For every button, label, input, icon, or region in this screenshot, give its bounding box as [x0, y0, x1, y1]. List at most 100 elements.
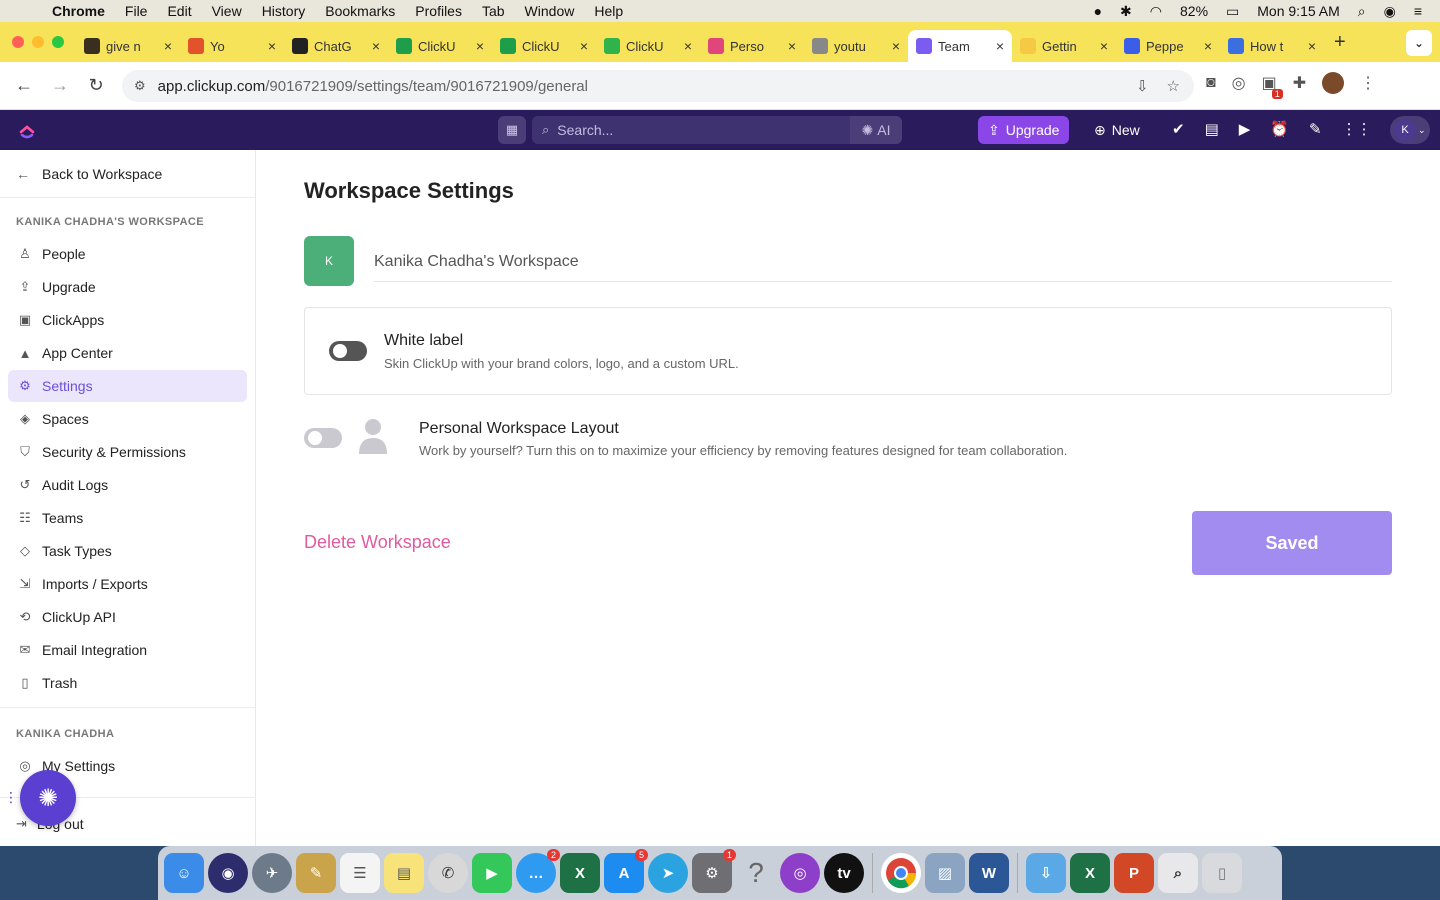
minimize-window-button[interactable]	[32, 36, 44, 48]
tab-close-icon[interactable]: ×	[1204, 38, 1212, 54]
tab-close-icon[interactable]: ×	[476, 38, 484, 54]
tab-close-icon[interactable]: ×	[1308, 38, 1316, 54]
tab-close-icon[interactable]: ×	[996, 38, 1004, 54]
chrome-icon[interactable]	[881, 853, 921, 893]
bluetooth-icon[interactable]: ✱	[1120, 3, 1132, 20]
launchpad-icon[interactable]: ✈	[252, 853, 292, 893]
siri-icon[interactable]: ◉	[1384, 3, 1396, 20]
tab-close-icon[interactable]: ×	[268, 38, 276, 54]
downloads-folder-icon[interactable]: ⇩	[1026, 853, 1066, 893]
control-center-icon[interactable]: ≡	[1414, 3, 1422, 19]
reminders-icon[interactable]: ☰	[340, 853, 380, 893]
new-button[interactable]: ⊕ New	[1088, 116, 1146, 144]
system-settings-icon[interactable]: ⚙ 1	[692, 849, 736, 893]
menu-profiles[interactable]: Profiles	[415, 3, 462, 19]
sidebar-item-people[interactable]: ♙ People	[8, 238, 247, 270]
url-text[interactable]: app.clickup.com/9016721909/settings/team…	[158, 78, 588, 95]
browser-tab[interactable]: Peppe ×	[1116, 30, 1220, 62]
browser-tab[interactable]: ClickU ×	[388, 30, 492, 62]
browser-tab[interactable]: give n ×	[76, 30, 180, 62]
reload-icon[interactable]: ↻	[84, 75, 108, 96]
telegram-icon[interactable]: ➤	[648, 853, 688, 893]
siri-dock-icon[interactable]: ◉	[208, 853, 248, 893]
tab-search-icon[interactable]: ⌄	[1406, 30, 1432, 56]
new-tab-button[interactable]: +	[1334, 31, 1346, 54]
menu-file[interactable]: File	[125, 3, 148, 19]
extensions-puzzle-icon[interactable]: ✚	[1293, 73, 1306, 93]
tab-close-icon[interactable]: ×	[164, 38, 172, 54]
menu-help[interactable]: Help	[594, 3, 623, 19]
calendar-icon[interactable]: ▦	[498, 116, 526, 144]
menu-view[interactable]: View	[212, 3, 242, 19]
install-app-icon[interactable]: ⇩	[1136, 77, 1149, 95]
apple-tv-icon[interactable]: tv	[824, 853, 864, 893]
ai-button[interactable]: ✺ AI	[850, 116, 902, 144]
back-to-workspace-link[interactable]: ← Back to Workspace	[0, 150, 255, 198]
camera-extension-icon[interactable]: ◙	[1206, 74, 1216, 92]
tab-close-icon[interactable]: ×	[1100, 38, 1108, 54]
alarm-icon[interactable]: ⏰	[1270, 120, 1289, 138]
messages-icon[interactable]: … 2	[516, 849, 560, 893]
sidebar-item-clickapps[interactable]: ▣ ClickApps	[8, 304, 247, 336]
screenshot-document-icon[interactable]: ⌕	[1158, 853, 1198, 893]
menu-window[interactable]: Window	[525, 3, 575, 19]
tab-close-icon[interactable]: ×	[892, 38, 900, 54]
notes-icon[interactable]: ▤	[384, 853, 424, 893]
browser-tab[interactable]: Yo ×	[180, 30, 284, 62]
extension-badge-icon[interactable]: ▣ 1	[1262, 73, 1283, 99]
help-icon[interactable]: ?	[736, 853, 776, 893]
sidebar-item-trash[interactable]: ▯ Trash	[8, 667, 247, 699]
sidebar-item-teams[interactable]: ☷ Teams	[8, 502, 247, 534]
grammarly-icon[interactable]: ●	[1094, 3, 1102, 19]
edit-icon[interactable]: ✎	[1309, 120, 1322, 138]
browser-tab[interactable]: ClickU ×	[492, 30, 596, 62]
sidebar-item-settings[interactable]: ⚙ Settings	[8, 370, 247, 402]
menu-edit[interactable]: Edit	[167, 3, 191, 19]
preview-icon[interactable]: ✎	[296, 853, 336, 893]
excel-document-icon[interactable]: X	[1070, 853, 1110, 893]
menu-bookmarks[interactable]: Bookmarks	[325, 3, 395, 19]
ai-assistant-floating-button[interactable]: ✺	[20, 770, 76, 826]
profile-avatar[interactable]	[1322, 72, 1345, 94]
apps-grid-icon[interactable]: ⋮⋮	[1342, 120, 1372, 138]
trash-dock-icon[interactable]: ▯	[1202, 853, 1242, 893]
bookmark-star-icon[interactable]: ☆	[1167, 77, 1180, 95]
saved-button[interactable]: Saved	[1192, 511, 1392, 575]
sidebar-item-email-integration[interactable]: ✉ Email Integration	[8, 634, 247, 666]
battery-icon[interactable]: ▭	[1226, 3, 1239, 20]
sidebar-item-upgrade[interactable]: ⇪ Upgrade	[8, 271, 247, 303]
excel-icon[interactable]: X	[560, 853, 600, 893]
chrome-menu-icon[interactable]: ⋮	[1360, 73, 1376, 93]
personal-layout-toggle[interactable]	[304, 428, 342, 448]
close-window-button[interactable]	[12, 36, 24, 48]
image-capture-icon[interactable]: ▨	[925, 853, 965, 893]
whatsapp-icon[interactable]: ✆	[428, 853, 468, 893]
tab-close-icon[interactable]: ×	[684, 38, 692, 54]
powerpoint-document-icon[interactable]: P	[1114, 853, 1154, 893]
sidebar-item-audit-logs[interactable]: ↺ Audit Logs	[8, 469, 247, 501]
browser-tab[interactable]: ClickU ×	[596, 30, 700, 62]
tab-close-icon[interactable]: ×	[372, 38, 380, 54]
white-label-toggle[interactable]	[329, 341, 367, 361]
facetime-icon[interactable]: ▶	[472, 853, 512, 893]
sidebar-item-task-types[interactable]: ◇ Task Types	[8, 535, 247, 567]
spotlight-icon[interactable]: ⌕	[1358, 3, 1366, 20]
browser-tab[interactable]: How t ×	[1220, 30, 1324, 62]
sidebar-item-spaces[interactable]: ◈ Spaces	[8, 403, 247, 435]
sidebar-item-imports-exports[interactable]: ⇲ Imports / Exports	[8, 568, 247, 600]
tab-close-icon[interactable]: ×	[788, 38, 796, 54]
sidebar-item-clickup-api[interactable]: ⟲ ClickUp API	[8, 601, 247, 633]
browser-tab[interactable]: youtu ×	[804, 30, 908, 62]
workspace-name-input[interactable]: Kanika Chadha's Workspace	[374, 242, 1392, 282]
tab-close-icon[interactable]: ×	[580, 38, 588, 54]
workspace-avatar[interactable]: K	[304, 236, 354, 286]
sidebar-item-security-permissions[interactable]: ⛉ Security & Permissions	[8, 436, 247, 468]
check-circle-icon[interactable]: ✔	[1172, 120, 1185, 138]
search-input[interactable]: ⌕ Search... ✺ AI	[532, 116, 902, 144]
browser-tab[interactable]: Team ×	[908, 30, 1012, 62]
menu-clock[interactable]: Mon 9:15 AM	[1257, 3, 1340, 19]
browser-tab[interactable]: Gettin ×	[1012, 30, 1116, 62]
sidebar-item-app-center[interactable]: ▲ App Center	[8, 337, 247, 369]
upgrade-button[interactable]: ⇪ Upgrade	[978, 116, 1070, 144]
address-bar[interactable]: ⚙ app.clickup.com/9016721909/settings/te…	[122, 70, 1194, 102]
